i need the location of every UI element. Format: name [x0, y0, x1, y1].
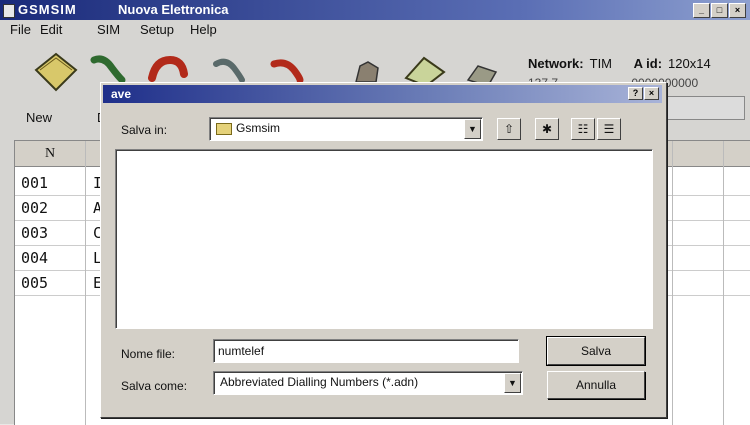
savetype-label: Salva come: — [121, 379, 188, 393]
maximize-button[interactable]: □ — [711, 3, 728, 18]
folder-icon — [216, 122, 232, 135]
row-number: 002 — [21, 199, 49, 217]
aid-label: A id: — [633, 56, 663, 71]
menu-setup[interactable]: Setup — [140, 22, 174, 37]
filename-input[interactable]: numtelef — [213, 339, 519, 363]
dialog-close-button[interactable]: × — [644, 87, 659, 100]
grid-divider — [723, 141, 724, 425]
aid-value: 120x14 — [668, 56, 711, 71]
cancel-button[interactable]: Annulla — [547, 371, 645, 399]
app-name: GSMSIM — [18, 2, 77, 17]
menu-edit[interactable]: Edit — [40, 22, 62, 37]
column-header-n[interactable]: N — [15, 141, 86, 166]
row-number: 005 — [21, 274, 49, 292]
phone-green-icon — [90, 55, 126, 84]
up-folder-icon: ⇧ — [503, 122, 515, 136]
menu-sim[interactable]: SIM — [97, 22, 120, 37]
dialog-controls: ? × — [627, 87, 659, 105]
up-folder-button[interactable]: ⇧ — [497, 118, 521, 140]
details-view-icon: ☰ — [603, 122, 615, 136]
minimize-button[interactable]: _ — [693, 3, 710, 18]
savetype-select[interactable]: Abbreviated Dialling Numbers (*.adn) ▼ — [213, 371, 523, 395]
grid-divider — [85, 141, 86, 425]
filename-label: Nome file: — [121, 347, 176, 361]
menu-help[interactable]: Help — [190, 22, 217, 37]
help-button[interactable]: ? — [628, 87, 643, 100]
network-label: Network: — [528, 56, 584, 71]
phone-gray-icon — [213, 58, 245, 83]
close-button[interactable]: × — [729, 3, 746, 18]
network-value: TIM — [589, 56, 613, 71]
save-in-select[interactable]: Gsmsim ▼ — [209, 117, 483, 141]
save-button[interactable]: Salva — [546, 336, 646, 366]
details-view-button[interactable]: ☰ — [597, 118, 621, 140]
main-title-bar[interactable]: GSMSIM Nuova Elettronica _ □ × — [0, 0, 750, 20]
menu-bar: File Edit SIM Setup Help — [0, 20, 750, 38]
window-title: Nuova Elettronica — [118, 2, 229, 17]
dialog-title: ave — [111, 87, 132, 101]
list-view-button[interactable]: ☷ — [571, 118, 595, 140]
save-dialog: ave ? × Salva in: Gsmsim ▼ ⇧ ✱ ☷ ☰ Nome f… — [100, 82, 667, 418]
app-icon — [3, 4, 15, 18]
phone-red-icon — [148, 55, 188, 82]
chevron-down-icon[interactable]: ▼ — [464, 119, 481, 139]
new-folder-button[interactable]: ✱ — [535, 118, 559, 140]
new-folder-icon: ✱ — [541, 122, 553, 136]
window-controls: _ □ × — [692, 3, 746, 18]
list-view-icon: ☷ — [577, 122, 589, 136]
phone-red-icon — [270, 59, 304, 84]
row-number: 003 — [21, 224, 49, 242]
save-in-label: Salva in: — [121, 123, 168, 137]
dialog-title-bar[interactable]: ave ? × — [103, 85, 662, 103]
row-number: 004 — [21, 249, 49, 267]
row-number: 001 — [21, 174, 49, 192]
savetype-value: Abbreviated Dialling Numbers (*.adn) — [220, 375, 419, 389]
network-info: Network: TIM A id: 120x14 — [528, 56, 717, 71]
menu-file[interactable]: File — [10, 22, 31, 37]
chevron-down-icon[interactable]: ▼ — [504, 373, 521, 393]
new-button[interactable] — [28, 48, 80, 99]
column-header-extra[interactable] — [673, 141, 724, 166]
notebook-icon — [34, 52, 78, 92]
file-list[interactable] — [115, 149, 653, 329]
new-label: New — [26, 110, 53, 125]
save-in-value: Gsmsim — [216, 121, 280, 135]
grid-divider — [672, 141, 673, 425]
